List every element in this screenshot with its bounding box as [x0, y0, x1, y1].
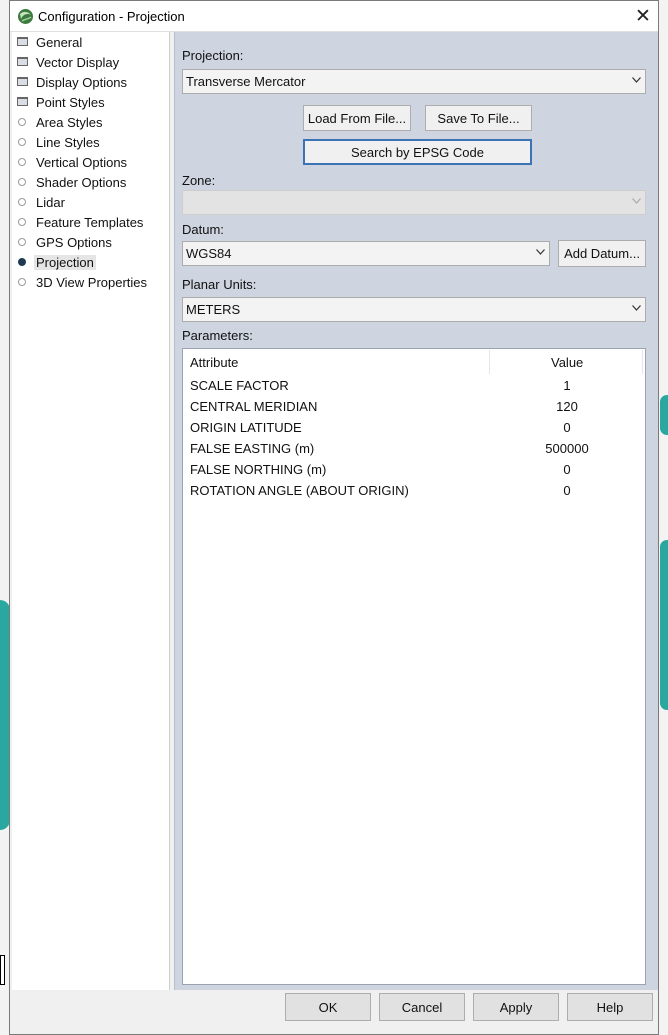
tree-item-3d-view-properties[interactable]: 3D View Properties [12, 272, 170, 292]
projection-label: Projection: [182, 48, 244, 63]
background-map-shape [660, 540, 668, 710]
apply-button[interactable]: Apply [473, 993, 559, 1021]
projection-select[interactable]: Transverse Mercator [182, 69, 646, 94]
settings-tree: General Vector Display Display Options P… [12, 32, 170, 990]
tree-item-point-styles[interactable]: Point Styles [12, 92, 170, 112]
tree-item-label: Area Styles [36, 115, 103, 130]
tree-item-display-options[interactable]: Display Options [12, 72, 170, 92]
folder-icon [17, 57, 28, 66]
table-row[interactable]: ROTATION ANGLE (ABOUT ORIGIN) 0 [183, 480, 645, 501]
attribute-cell: ORIGIN LATITUDE [190, 420, 302, 435]
tree-item-label: Vertical Options [36, 155, 128, 170]
chevron-down-icon [632, 305, 641, 313]
planar-units-label: Planar Units: [182, 277, 257, 292]
projection-pane: Projection: Transverse Mercator Load Fro… [174, 32, 658, 990]
tree-item-area-styles[interactable]: Area Styles [12, 112, 170, 132]
value-cell[interactable]: 0 [490, 462, 644, 477]
radio-icon [18, 278, 26, 286]
background-map-shape [660, 395, 668, 435]
window-title: Configuration - Projection [38, 9, 185, 24]
value-cell[interactable]: 500000 [490, 441, 644, 456]
globe-icon [17, 8, 34, 25]
datum-value: WGS84 [186, 246, 232, 261]
tree-item-vertical-options[interactable]: Vertical Options [12, 152, 170, 172]
zone-select[interactable] [182, 190, 646, 215]
attribute-cell: ROTATION ANGLE (ABOUT ORIGIN) [190, 483, 409, 498]
value-cell[interactable]: 120 [490, 399, 644, 414]
column-divider[interactable] [489, 350, 490, 374]
column-header-attribute[interactable]: Attribute [190, 355, 238, 370]
chevron-down-icon [632, 77, 641, 85]
tree-item-label: Shader Options [36, 175, 127, 190]
save-to-file-button[interactable]: Save To File... [425, 105, 532, 131]
table-row[interactable]: SCALE FACTOR 1 [183, 375, 645, 396]
load-from-file-button[interactable]: Load From File... [303, 105, 411, 131]
table-row[interactable]: ORIGIN LATITUDE 0 [183, 417, 645, 438]
close-button[interactable]: ✕ [628, 1, 658, 31]
tree-item-label: GPS Options [36, 235, 112, 250]
planar-units-value: METERS [186, 302, 241, 317]
tree-item-label: 3D View Properties [36, 275, 148, 290]
attribute-cell: SCALE FACTOR [190, 378, 289, 393]
search-epsg-button[interactable]: Search by EPSG Code [303, 139, 532, 165]
tree-item-line-styles[interactable]: Line Styles [12, 132, 170, 152]
attribute-cell: FALSE EASTING (m) [190, 441, 315, 456]
folder-icon [17, 97, 28, 106]
tree-item-gps-options[interactable]: GPS Options [12, 232, 170, 252]
background-app-left [0, 0, 9, 1035]
radio-icon [18, 158, 26, 166]
tree-item-label: Line Styles [36, 135, 100, 150]
value-cell[interactable]: 0 [490, 483, 644, 498]
tree-item-label: Feature Templates [36, 215, 144, 230]
tree-item-lidar[interactable]: Lidar [12, 192, 170, 212]
column-header-value[interactable]: Value [551, 355, 583, 370]
zone-label: Zone: [182, 173, 216, 188]
datum-label: Datum: [182, 222, 224, 237]
configuration-dialog: Configuration - Projection ✕ General Vec… [9, 0, 659, 1035]
radio-selected-icon [18, 258, 26, 266]
datum-select[interactable]: WGS84 [182, 241, 550, 266]
table-row[interactable]: FALSE EASTING (m) 500000 [183, 438, 645, 459]
radio-icon [18, 238, 26, 246]
tree-item-projection[interactable]: Projection [12, 252, 170, 272]
attribute-cell: CENTRAL MERIDIAN [190, 399, 318, 414]
table-row[interactable]: FALSE NORTHING (m) 0 [183, 459, 645, 480]
tree-item-general[interactable]: General [12, 32, 170, 52]
title-bar[interactable]: Configuration - Projection ✕ [10, 1, 658, 32]
tree-item-label: Projection [34, 255, 96, 270]
radio-icon [18, 218, 26, 226]
projection-value: Transverse Mercator [186, 74, 306, 89]
cancel-button[interactable]: Cancel [379, 993, 465, 1021]
tree-item-label: Display Options [36, 75, 128, 90]
background-widget [0, 955, 5, 985]
tree-item-label: General [36, 35, 83, 50]
parameters-table[interactable]: Attribute Value SCALE FACTOR 1 CENTRAL M… [182, 348, 646, 985]
help-button[interactable]: Help [567, 993, 653, 1021]
ok-button[interactable]: OK [285, 993, 371, 1021]
tree-item-label: Point Styles [36, 95, 105, 110]
folder-icon [17, 37, 28, 46]
value-cell[interactable]: 0 [490, 420, 644, 435]
tree-item-feature-templates[interactable]: Feature Templates [12, 212, 170, 232]
radio-icon [18, 118, 26, 126]
close-icon: ✕ [635, 5, 651, 27]
tree-item-label: Vector Display [36, 55, 120, 70]
add-datum-button[interactable]: Add Datum... [558, 240, 646, 267]
tree-item-shader-options[interactable]: Shader Options [12, 172, 170, 192]
tree-item-vector-display[interactable]: Vector Display [12, 52, 170, 72]
radio-icon [18, 138, 26, 146]
radio-icon [18, 178, 26, 186]
column-divider[interactable] [642, 350, 643, 374]
value-cell[interactable]: 1 [490, 378, 644, 393]
radio-icon [18, 198, 26, 206]
dialog-footer: OK Cancel Apply Help [10, 990, 658, 1034]
folder-icon [17, 77, 28, 86]
parameters-label: Parameters: [182, 328, 253, 343]
table-row[interactable]: CENTRAL MERIDIAN 120 [183, 396, 645, 417]
planar-units-select[interactable]: METERS [182, 297, 646, 322]
chevron-down-icon [536, 249, 545, 257]
attribute-cell: FALSE NORTHING (m) [190, 462, 327, 477]
chevron-down-icon [632, 198, 641, 206]
tree-item-label: Lidar [36, 195, 65, 210]
